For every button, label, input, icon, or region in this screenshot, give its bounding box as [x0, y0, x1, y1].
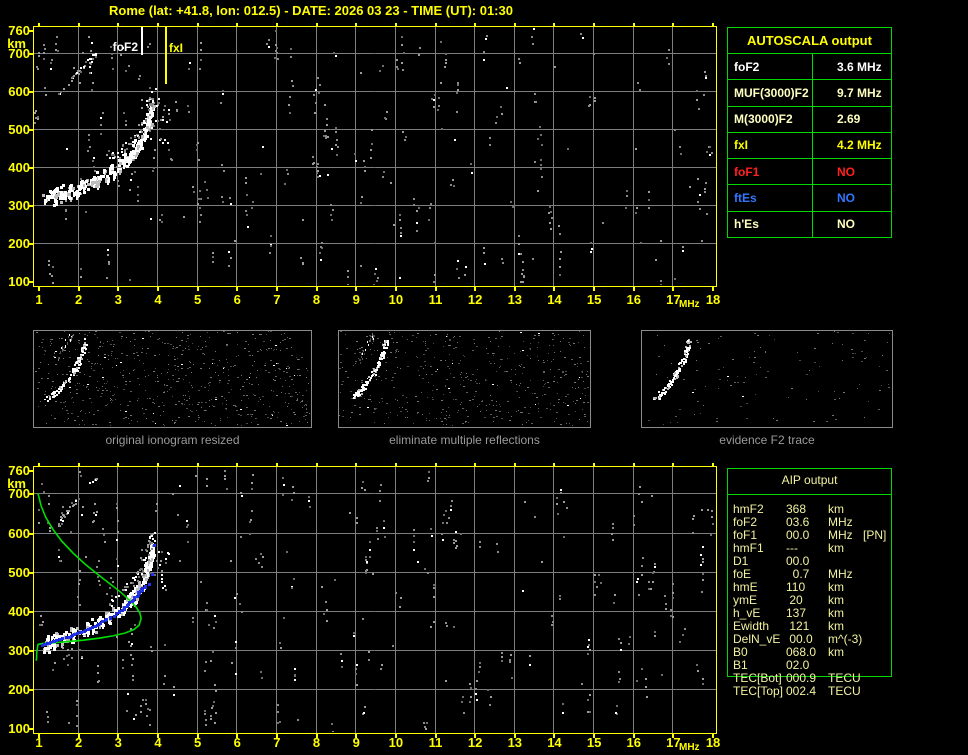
y-axis-tick-label: 500 [8, 564, 30, 580]
autoscala-param-value: NO [837, 164, 855, 179]
autoscala-row-hes: h'Es NO [728, 211, 891, 237]
autoscala-param-value: 9.7 MHz [837, 85, 882, 100]
y-axis-tick-label: 100 [8, 721, 30, 737]
autoscala-row-fxi: fxI 4.2 MHz [728, 132, 891, 160]
autoscala-param-label: ftEs [728, 185, 813, 211]
x-axis-tick-label: 16 [626, 735, 641, 750]
thumbnail-evidence-f2-trace [641, 330, 893, 428]
autoscala-param-value: 3.6 MHz [837, 59, 882, 74]
fof2-marker-label: foF2 [112, 40, 138, 54]
x-axis-tick-label: 18 [705, 292, 721, 307]
x-axis-tick-label: 1 [35, 735, 43, 750]
y-axis-tick-label: 400 [8, 159, 30, 175]
y-axis-tick-label: 200 [8, 235, 30, 251]
fxi-marker-label: fxI [169, 41, 184, 55]
aip-row-tectop: TEC[Top] 002.4 TECU [727, 685, 893, 698]
thumbnail-caption-3: evidence F2 trace [719, 433, 815, 447]
autoscala-row-ftes: ftEs NO [728, 185, 891, 212]
autoscala-row-fof2: foF2 3.6 MHz [728, 54, 891, 81]
autoscala-param-label: foF2 [728, 54, 813, 80]
x-axis-tick-label: 4 [154, 292, 162, 307]
aip-param-note: [PN] [863, 528, 887, 542]
y-axis-tick-label: 400 [8, 603, 30, 619]
autoscala-row-m3000f2: M(3000)F2 2.69 [728, 106, 891, 133]
x-axis-tick-label: 3 [114, 735, 122, 750]
autoscala-row-muf3000f2: MUF(3000)F2 9.7 MHz [728, 80, 891, 107]
x-axis-tick-label: 2 [75, 292, 83, 307]
x-axis-tick-label: 13 [507, 292, 523, 307]
x-axis-tick-label: 18 [705, 735, 721, 750]
x-axis-tick-label: 16 [626, 292, 641, 307]
x-axis-tick-label: 7 [273, 292, 281, 307]
x-axis-tick-label: 4 [154, 735, 162, 750]
autoscala-table-header: AUTOSCALA output [728, 28, 891, 54]
y-axis-tick-label: 300 [8, 642, 30, 658]
autoscala-param-label: fxI [728, 132, 813, 159]
x-axis-tick-label: 15 [586, 735, 602, 750]
aip-row-hmf1: hmF1 --- km [727, 542, 893, 555]
x-axis-tick-label: 10 [388, 292, 404, 307]
x-axis-tick-label: 5 [193, 292, 202, 307]
x-axis-tick-label: 9 [352, 735, 360, 750]
aip-row-b0: B0 068.0 km [727, 646, 893, 659]
y-axis-tick-label: 600 [8, 83, 30, 99]
x-axis-tick-label: 1 [35, 292, 43, 307]
x-axis-tick-label: 11 [428, 735, 443, 750]
y-axis-tick-label: 100 [8, 273, 30, 289]
x-axis-tick-label: 14 [547, 292, 562, 307]
y-axis-tick-label: 600 [8, 525, 30, 541]
autoscala-param-label: MUF(3000)F2 [728, 80, 813, 106]
aip-param-value: 002.4 [786, 684, 817, 698]
autoscala-param-label: M(3000)F2 [728, 106, 813, 132]
bottom-ionogram-plot [25, 462, 725, 742]
x-axis-tick-label: 3 [114, 292, 122, 307]
x-axis-tick-label: 5 [193, 735, 202, 750]
thumbnail-eliminate-reflections [338, 330, 591, 428]
autoscala-table-rows: foF2 3.6 MHz MUF(3000)F2 9.7 MHz M(3000)F2 2.… [728, 54, 891, 237]
autoscala-param-value: NO [837, 191, 855, 206]
autoscala-param-value: NO [837, 217, 855, 232]
autoscala-param-value: 2.69 [837, 112, 861, 127]
x-axis-unit-label: MHz [679, 299, 700, 310]
x-axis-tick-label: 8 [312, 292, 321, 307]
x-axis-tick-label: 10 [388, 735, 404, 750]
aip-table-header: AIP output [781, 473, 838, 487]
autoscala-output-table: AUTOSCALA output foF2 3.6 MHz MUF(3000)F2 9… [727, 27, 892, 238]
y-axis-tick-label: 200 [8, 681, 30, 697]
x-axis-tick-label: 2 [75, 735, 83, 750]
page-title: Rome (lat: +41.8, lon: 012.5) - DATE: 20… [109, 3, 513, 18]
x-axis-tick-label: 7 [273, 735, 281, 750]
aip-param-unit: km [828, 645, 844, 659]
aip-param-unit: TECU [828, 684, 861, 698]
x-axis-unit-label: MHz [679, 742, 700, 753]
x-axis-tick-label: 6 [233, 292, 241, 307]
thumbnail-original-ionogram [33, 330, 312, 428]
aip-header-divider [727, 494, 892, 495]
autoscala-row-fof1: foF1 NO [728, 159, 891, 186]
x-axis-tick-label: 12 [467, 735, 483, 750]
x-axis-tick-label: 8 [312, 735, 321, 750]
x-axis-tick-label: 11 [428, 292, 443, 307]
x-axis-tick-label: 14 [547, 735, 562, 750]
x-axis-tick-label: 12 [467, 292, 483, 307]
y-axis-tick-label: 500 [8, 121, 30, 137]
y-axis-tick-label: 700 [8, 486, 30, 502]
x-axis-tick-label: 9 [352, 292, 360, 307]
thumbnail-caption-2: eliminate multiple reflections [389, 433, 540, 447]
x-axis-tick-label: 13 [507, 735, 523, 750]
autoscala-param-label: h'Es [728, 211, 813, 237]
y-axis-tick-label: 300 [8, 197, 30, 213]
autoscala-window: Rome (lat: +41.8, lon: 012.5) - DATE: 20… [0, 0, 968, 755]
top-ionogram-plot [25, 22, 725, 296]
x-axis-tick-label: 6 [233, 735, 241, 750]
aip-param-unit: km [828, 541, 844, 555]
x-axis-tick-label: 15 [586, 292, 602, 307]
thumbnail-caption-1: original ionogram resized [105, 433, 240, 447]
y-axis-tick-label: 700 [8, 45, 30, 61]
aip-output-table: AIP output hmF2 368 km foF2 03.6 MHz foF1 00.0 M… [727, 468, 893, 704]
autoscala-param-value: 4.2 MHz [837, 138, 882, 153]
autoscala-param-label: foF1 [728, 159, 813, 185]
aip-row-d1: D1 00.0 [727, 555, 893, 568]
aip-param-label: TEC[Top] [733, 684, 784, 698]
